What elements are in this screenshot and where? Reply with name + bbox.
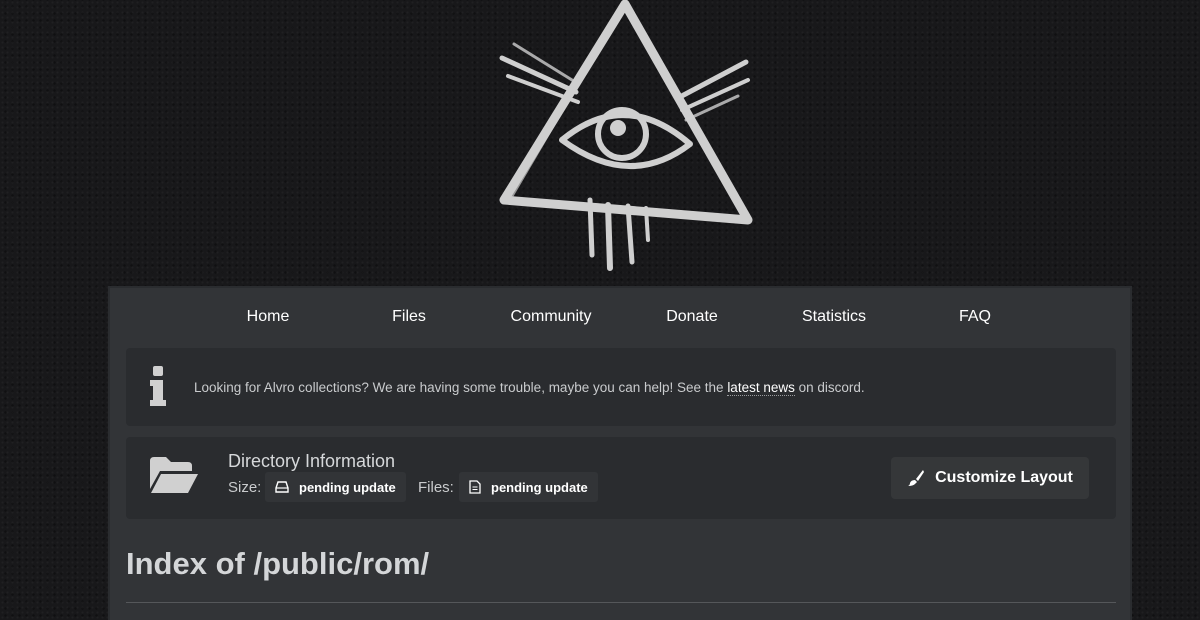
notice-text: Looking for Alvro collections? We are ha…: [194, 380, 865, 396]
folder-open-icon: [150, 457, 198, 493]
notice-banner: Looking for Alvro collections? We are ha…: [126, 348, 1116, 426]
page-title: Index of /public/rom/: [126, 546, 430, 581]
latest-news-link[interactable]: latest news: [727, 380, 795, 396]
customize-layout-button[interactable]: Customize Layout: [891, 457, 1089, 499]
directory-info-title: Directory Information: [228, 451, 396, 471]
size-value: pending update: [299, 479, 396, 495]
nav-statistics[interactable]: Statistics: [802, 308, 866, 326]
nav-home[interactable]: Home: [247, 308, 290, 326]
size-value-badge: pending update: [265, 472, 406, 502]
customize-layout-label: Customize Layout: [935, 469, 1073, 486]
file-icon: [469, 480, 481, 494]
size-label: Size:: [228, 479, 262, 496]
nav-files[interactable]: Files: [392, 308, 426, 326]
hard-drive-icon: [275, 481, 289, 493]
nav-donate[interactable]: Donate: [666, 308, 718, 326]
main-panel: Home Files Community Donate Statistics F…: [108, 286, 1132, 620]
notice-text-after: on discord.: [794, 380, 865, 395]
site-logo: [499, 0, 753, 271]
nav-faq[interactable]: FAQ: [959, 308, 991, 326]
notice-text-before: Looking for Alvro collections? We are ha…: [194, 380, 728, 395]
files-value-badge: pending update: [459, 472, 598, 502]
top-navigation: Home Files Community Donate Statistics F…: [110, 288, 1130, 348]
info-icon: [150, 366, 166, 406]
brush-icon: [908, 470, 925, 486]
files-label: Files:: [418, 479, 454, 496]
directory-info-card: Directory Information Size: pending upda…: [126, 437, 1116, 519]
files-value: pending update: [491, 479, 588, 495]
nav-community[interactable]: Community: [511, 308, 592, 326]
divider: [126, 602, 1116, 603]
